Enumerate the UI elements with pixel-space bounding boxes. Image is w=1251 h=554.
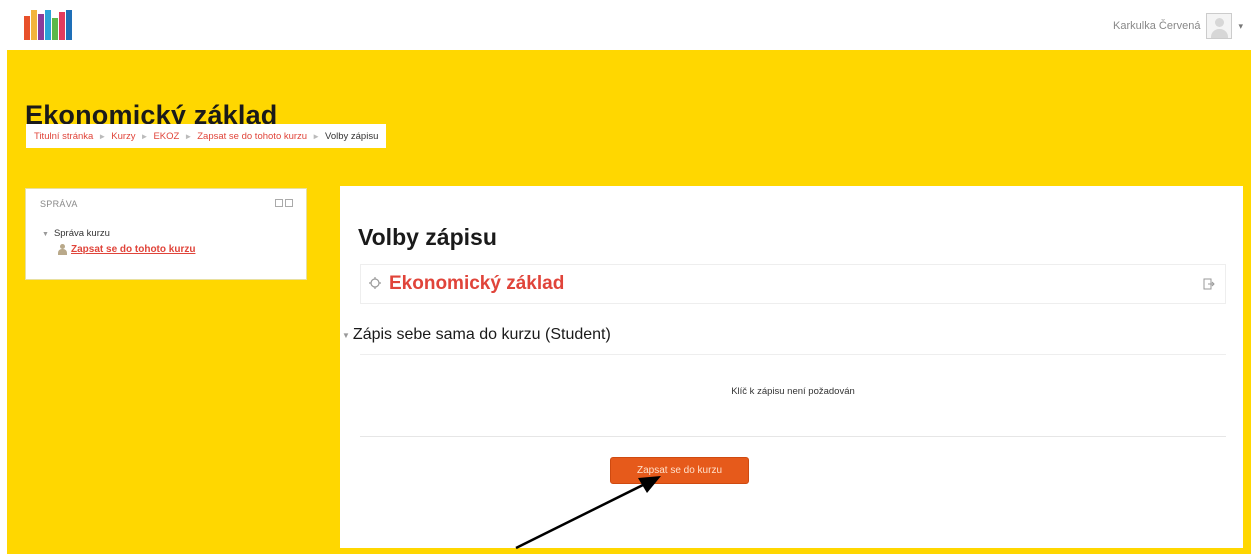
course-box: Ekonomický základ	[360, 264, 1226, 304]
site-logo[interactable]	[24, 10, 82, 40]
breadcrumb-separator: ►	[184, 131, 193, 141]
user-icon	[58, 244, 67, 255]
user-menu[interactable]: Karkulka Červená ▾	[1113, 12, 1243, 40]
enter-course-icon[interactable]	[1203, 278, 1215, 290]
section-toggle-icon[interactable]: ▼	[342, 331, 350, 340]
breadcrumb-separator: ►	[312, 131, 321, 141]
enrol-me-button[interactable]: Zapsat se do kurzu	[610, 457, 749, 484]
breadcrumb-enrol[interactable]: Zapsat se do tohoto kurzu	[197, 131, 307, 142]
block-title: SPRÁVA	[40, 199, 78, 209]
breadcrumb-courses[interactable]: Kurzy	[111, 131, 135, 142]
main-region: Volby zápisu Ekonomický základ ▼ Zápis s…	[340, 186, 1243, 548]
course-icon	[369, 277, 381, 289]
tree-toggle-icon[interactable]: ▼	[42, 231, 49, 238]
breadcrumb-separator: ►	[98, 131, 107, 141]
breadcrumb: Titulní stránka ► Kurzy ► EKOZ ► Zapsat …	[26, 124, 387, 148]
self-enrolment-section-header[interactable]: ▼ Zápis sebe sama do kurzu (Student)	[342, 326, 611, 344]
breadcrumb-current: Volby zápisu	[325, 130, 379, 142]
tree-item-enrol-me[interactable]: Zapsat se do tohoto kurzu	[58, 244, 195, 255]
breadcrumb-separator: ►	[140, 131, 149, 141]
top-navbar: Karkulka Červená ▾	[0, 0, 1251, 50]
block-controls[interactable]	[275, 199, 293, 207]
tree-item-course-admin[interactable]: ▼ Správa kurzu	[42, 228, 110, 239]
user-name[interactable]: Karkulka Červená	[1113, 20, 1200, 32]
chevron-down-icon[interactable]: ▾	[1238, 21, 1243, 32]
course-name-link[interactable]: Ekonomický základ	[389, 273, 564, 295]
dock-icon[interactable]	[275, 199, 283, 207]
breadcrumb-course[interactable]: EKOZ	[153, 131, 179, 142]
administration-block: SPRÁVA ▼ Správa kurzu Zapsat se do tohoto…	[25, 188, 307, 280]
enrolment-options-heading: Volby zápisu	[358, 224, 497, 250]
divider	[360, 436, 1226, 437]
tree-item-enrol-label: Zapsat se do tohoto kurzu	[71, 244, 196, 255]
collapse-icon[interactable]	[285, 199, 293, 207]
section-divider	[360, 354, 1226, 355]
enrolment-key-text: Klíč k zápisu není požadován	[731, 386, 855, 397]
tree-item-label: Správa kurzu	[53, 228, 110, 239]
self-enrolment-title: Zápis sebe sama do kurzu (Student)	[352, 326, 611, 343]
avatar[interactable]	[1206, 13, 1233, 39]
breadcrumb-home[interactable]: Titulní stránka	[34, 131, 93, 142]
